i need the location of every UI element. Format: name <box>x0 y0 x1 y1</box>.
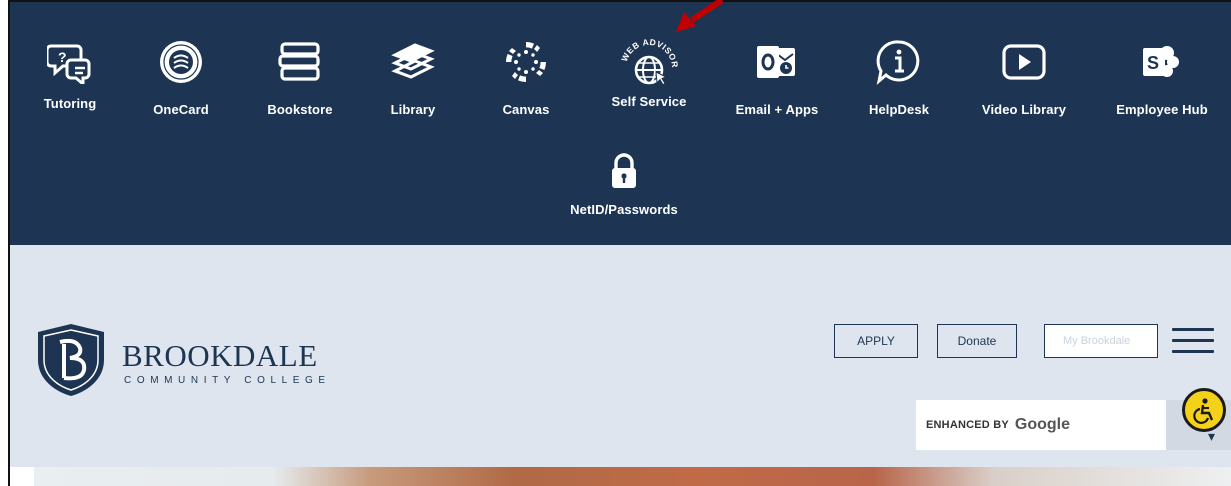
nav-label: OneCard <box>153 102 209 117</box>
outlook-icon <box>717 38 837 86</box>
nav-label: Video Library <box>981 102 1067 117</box>
chat-question-icon: ? <box>10 38 130 86</box>
shield-logo-icon <box>38 324 104 396</box>
accessibility-icon[interactable] <box>1182 388 1226 432</box>
svg-text:S: S <box>1147 53 1159 73</box>
play-button-icon <box>964 38 1084 86</box>
nav-item-tutoring[interactable]: ? Tutoring <box>10 38 130 111</box>
nav-item-onecard[interactable]: OneCard <box>121 38 241 117</box>
logo-subtitle: COMMUNITY COLLEGE <box>124 375 331 386</box>
nav-item-self-service[interactable]: WEB ADVISOR Self Service <box>589 37 709 109</box>
nav-item-employee-hub[interactable]: S Employee Hub <box>1102 38 1222 117</box>
nav-item-canvas[interactable]: Canvas <box>466 38 586 117</box>
svg-text:?: ? <box>58 49 67 65</box>
info-bubble-icon <box>839 38 959 86</box>
donate-button[interactable]: Donate <box>937 324 1017 358</box>
logo-wordmark: BROOKDALE <box>122 338 318 373</box>
nav-label: NetID/Passwords <box>570 202 678 217</box>
search-input[interactable]: ENHANCED BY Google <box>916 400 1166 450</box>
nav-label: HelpDesk <box>868 102 930 117</box>
apply-button[interactable]: APPLY <box>834 324 918 358</box>
nav-item-library[interactable]: Library <box>353 38 473 117</box>
hero-image <box>34 467 1231 486</box>
nav-label: Canvas <box>502 102 550 117</box>
nav-label: Employee Hub <box>1116 102 1208 117</box>
search-enhanced-label: ENHANCED BY <box>926 419 1009 431</box>
nav-item-video-library[interactable]: Video Library <box>964 38 1084 117</box>
open-book-icon <box>353 38 473 86</box>
sharepoint-icon: S <box>1102 38 1222 86</box>
nav-item-email-apps[interactable]: Email + Apps <box>717 38 837 117</box>
college-seal-icon <box>121 38 241 86</box>
hamburger-menu-icon[interactable] <box>1172 328 1214 354</box>
red-arrow-annotation <box>676 0 724 32</box>
nav-label: Email + Apps <box>735 102 819 117</box>
nav-item-netid-passwords[interactable]: NetID/Passwords <box>534 152 714 217</box>
nav-item-helpdesk[interactable]: HelpDesk <box>839 38 959 117</box>
brookdale-logo[interactable]: BROOKDALE COMMUNITY COLLEGE <box>34 322 334 402</box>
nav-label: Self Service <box>611 94 687 109</box>
padlock-icon <box>534 152 714 190</box>
nav-label: Bookstore <box>267 102 333 117</box>
search-provider-label: Google <box>1014 416 1070 433</box>
my-brookdale-button[interactable]: My Brookdale <box>1044 324 1158 358</box>
nav-label: Tutoring <box>43 96 97 111</box>
nav-item-bookstore[interactable]: Bookstore <box>240 38 360 117</box>
quick-links-bar: ? Tutoring OneCard Bookstore Library Can… <box>10 0 1231 245</box>
page-frame: ? Tutoring OneCard Bookstore Library Can… <box>8 0 1231 486</box>
books-stack-icon <box>240 38 360 86</box>
web-advisor-globe-icon: WEB ADVISOR <box>589 37 709 86</box>
nav-label: Library <box>390 102 436 117</box>
canvas-logo-icon <box>466 38 586 86</box>
